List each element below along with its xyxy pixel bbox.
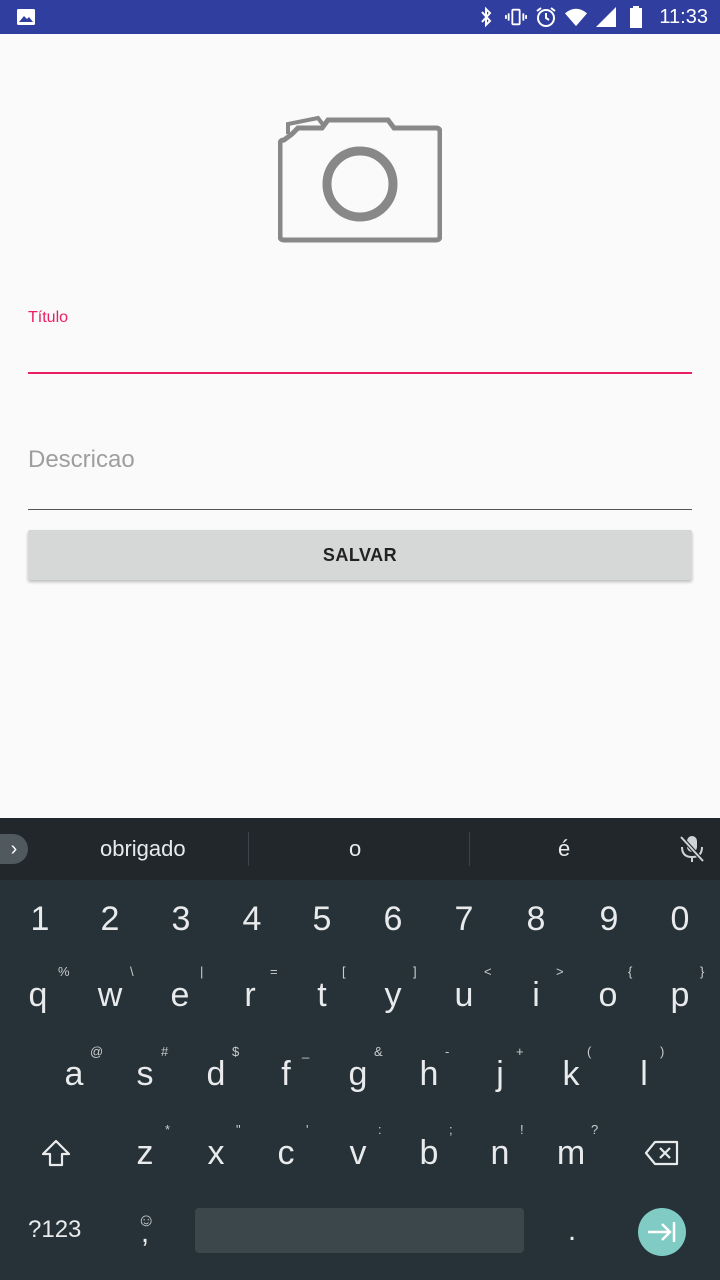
clock: 11:33: [659, 5, 708, 28]
camera-icon[interactable]: [278, 112, 442, 244]
vibrate-icon: [505, 6, 528, 28]
key-hint-label: #: [161, 1044, 169, 1059]
key-2[interactable]: 2: [80, 900, 140, 939]
key-n[interactable]: n: [470, 1134, 530, 1173]
suggestion-strip: › obrigado o é: [0, 818, 720, 880]
key-hint-label: (: [587, 1044, 592, 1059]
key-hint-label: -: [445, 1044, 450, 1059]
key-e[interactable]: e: [150, 976, 210, 1015]
key-hint-label: |: [200, 964, 204, 979]
key-hint-label: ": [236, 1122, 241, 1137]
descricao-underline: [28, 509, 692, 510]
key-hint-label: %: [58, 964, 70, 979]
save-button[interactable]: SALVAR: [28, 530, 692, 580]
wifi-icon: [565, 6, 588, 28]
key-hint-label: *: [165, 1122, 171, 1137]
key-hint-label: ): [660, 1044, 665, 1059]
key-3[interactable]: 3: [151, 900, 211, 939]
key-hint-label: ]: [413, 964, 417, 979]
key-i[interactable]: i: [506, 976, 566, 1015]
key-z[interactable]: z: [115, 1134, 175, 1173]
key-u[interactable]: u: [434, 976, 494, 1015]
key-hint-label: &: [374, 1044, 383, 1059]
key-l[interactable]: l: [614, 1055, 674, 1094]
key-0[interactable]: 0: [650, 900, 710, 939]
key-4[interactable]: 4: [222, 900, 282, 939]
status-bar: 11:33: [0, 0, 720, 34]
key-c[interactable]: c: [256, 1134, 316, 1173]
key-hint-label: <: [484, 964, 492, 979]
key-hint-label: \: [130, 964, 134, 979]
key-q[interactable]: q: [8, 976, 68, 1015]
key-7[interactable]: 7: [434, 900, 494, 939]
expand-suggestions-button[interactable]: ›: [0, 834, 28, 864]
alarm-icon: [535, 6, 557, 28]
key-g[interactable]: g: [328, 1055, 388, 1094]
space-key[interactable]: [195, 1208, 524, 1253]
key-hint-label: _: [302, 1044, 310, 1059]
key-o[interactable]: o: [578, 976, 638, 1015]
key-9[interactable]: 9: [579, 900, 639, 939]
suggestion-1[interactable]: obrigado: [100, 836, 186, 862]
image-icon: [17, 9, 35, 25]
key-hint-label: =: [270, 964, 278, 979]
key-s[interactable]: s: [115, 1055, 175, 1094]
key-hint-label: @: [90, 1044, 104, 1059]
next-key[interactable]: [638, 1208, 686, 1256]
key-a[interactable]: a: [44, 1055, 104, 1094]
key-hint-label: +: [516, 1044, 524, 1059]
key-k[interactable]: k: [541, 1055, 601, 1094]
descricao-input[interactable]: Descricao: [28, 446, 135, 474]
key-hint-label: {: [628, 964, 633, 979]
key-hint-label: [: [342, 964, 346, 979]
key-j[interactable]: j: [470, 1055, 530, 1094]
suggestion-divider: [469, 832, 470, 866]
key-hint-label: :: [378, 1122, 382, 1137]
mic-off-icon[interactable]: [678, 834, 706, 864]
key-8[interactable]: 8: [506, 900, 566, 939]
key-p[interactable]: p: [650, 976, 710, 1015]
key-d[interactable]: d: [186, 1055, 246, 1094]
key-6[interactable]: 6: [363, 900, 423, 939]
symbols-key[interactable]: ?123: [28, 1216, 81, 1244]
key-hint-label: ;: [449, 1122, 453, 1137]
key-f[interactable]: f: [256, 1055, 316, 1094]
period-key[interactable]: .: [542, 1214, 602, 1248]
key-w[interactable]: w: [80, 976, 140, 1015]
shift-icon[interactable]: [40, 1138, 72, 1168]
key-m[interactable]: m: [541, 1134, 601, 1173]
key-hint-label: >: [556, 964, 564, 979]
key-y[interactable]: y: [363, 976, 423, 1015]
key-x[interactable]: x: [186, 1134, 246, 1173]
key-h[interactable]: h: [399, 1055, 459, 1094]
key-v[interactable]: v: [328, 1134, 388, 1173]
battery-icon: [625, 6, 647, 28]
bluetooth-icon: [475, 6, 497, 28]
key-hint-label: ?: [591, 1122, 599, 1137]
key-t[interactable]: t: [292, 976, 352, 1015]
status-icons: 11:33: [475, 0, 708, 34]
backspace-icon[interactable]: [644, 1140, 680, 1166]
comma-key[interactable]: ,: [115, 1216, 175, 1250]
key-b[interactable]: b: [399, 1134, 459, 1173]
tab-arrow-icon: [648, 1222, 676, 1242]
key-r[interactable]: r: [220, 976, 280, 1015]
signal-icon: [595, 6, 617, 28]
key-hint-label: !: [520, 1122, 524, 1137]
key-5[interactable]: 5: [292, 900, 352, 939]
titulo-input[interactable]: [28, 372, 692, 374]
key-1[interactable]: 1: [10, 900, 70, 939]
suggestion-2[interactable]: o: [349, 836, 361, 862]
soft-keyboard: › obrigado o é 1 2 3 4 5 6 7 8 9 0 q% w \ e | r = t[ y] u < i…: [0, 818, 720, 1280]
key-hint-label: }: [700, 964, 705, 979]
key-hint-label: ': [306, 1122, 309, 1137]
suggestion-divider: [248, 832, 249, 866]
titulo-label: Título: [28, 309, 69, 326]
suggestion-3[interactable]: é: [558, 836, 570, 862]
key-hint-label: $: [232, 1044, 240, 1059]
